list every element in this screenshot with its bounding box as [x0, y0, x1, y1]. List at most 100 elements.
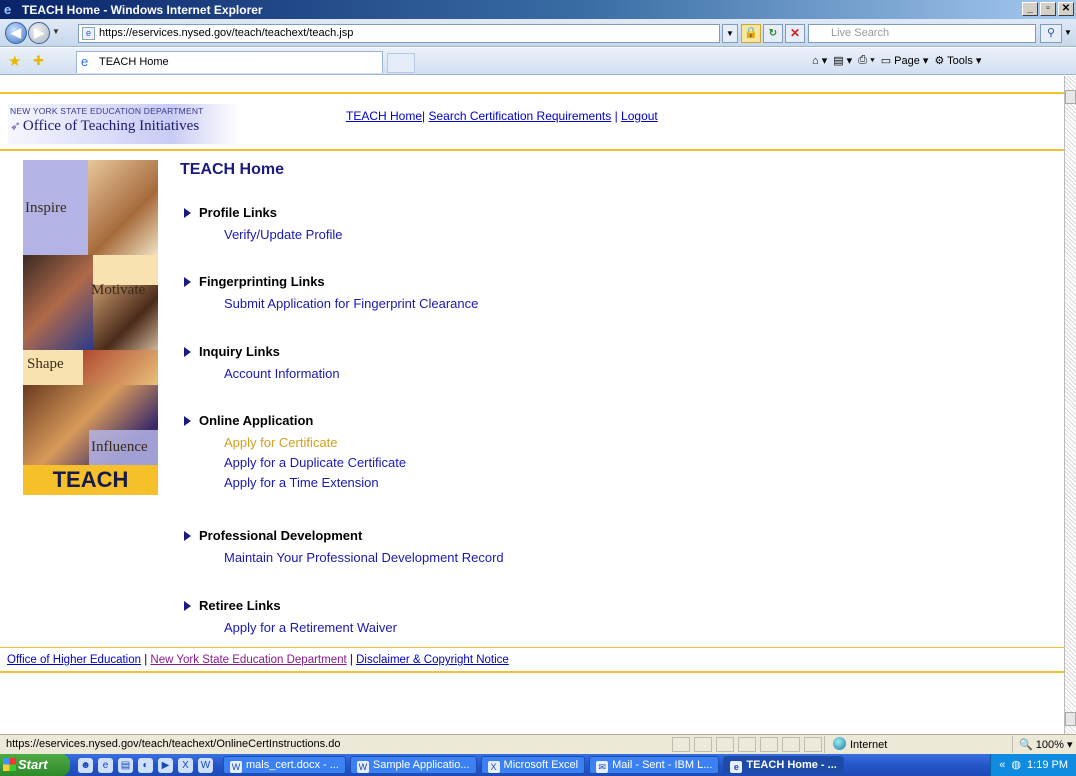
torch-icon: ➶ — [10, 118, 21, 133]
link-apply-certificate[interactable]: Apply for Certificate — [224, 435, 406, 451]
feeds-icon[interactable]: ▤ ▾ — [833, 54, 852, 67]
footer: Office of Higher Education | New York St… — [7, 654, 509, 666]
minimize-icon[interactable]: _ — [1022, 2, 1038, 16]
link-apply-duplicate-certificate[interactable]: Apply for a Duplicate Certificate — [224, 455, 406, 471]
scroll-up-icon[interactable] — [1065, 90, 1076, 104]
add-favorites-icon[interactable]: ✚ — [33, 53, 44, 69]
taskbar-word-doc[interactable]: Wmals_cert.docx - ... — [223, 756, 346, 774]
window-controls: _ ▫ ✕ — [1022, 2, 1074, 16]
link-fingerprint-clearance[interactable]: Submit Application for Fingerprint Clear… — [224, 296, 478, 312]
teach-collage-image: Inspire Motivate Shape Influence TEACH — [23, 160, 158, 495]
search-input[interactable]: Live Search — [808, 24, 1036, 43]
new-tab-button[interactable] — [387, 53, 415, 73]
tools-menu[interactable]: ⚙ Tools ▾ — [934, 54, 981, 67]
link-retirement-waiver[interactable]: Apply for a Retirement Waiver — [224, 620, 397, 636]
print-icon[interactable]: ⎙ ▾ — [858, 54, 874, 67]
back-button[interactable]: ◀ — [5, 22, 27, 44]
forward-button[interactable]: ▶ — [28, 22, 50, 44]
tab-label: TEACH Home — [99, 56, 169, 68]
section-profile-links: Profile Links Verify/Update Profile — [184, 205, 343, 243]
window-title-bar[interactable]: e TEACH Home - Windows Internet Explorer… — [0, 0, 1076, 19]
excel-icon[interactable]: X — [178, 757, 193, 773]
link-apply-time-extension[interactable]: Apply for a Time Extension — [224, 475, 406, 491]
mail-icon: ✉ — [596, 761, 609, 773]
command-bar: ⌂ ▾ ▤ ▾ ⎙ ▾ ▭ Page ▾ ⚙ Tools ▾ — [812, 54, 981, 67]
lock-icon[interactable]: 🔒 — [741, 24, 761, 43]
recent-pages-dropdown-icon[interactable]: ▼ — [52, 27, 60, 36]
triangle-bullet-icon — [184, 530, 191, 541]
triangle-bullet-icon — [184, 415, 191, 426]
tab-toolbar: ★ ✚ e TEACH Home ⌂ ▾ ▤ ▾ ⎙ ▾ ▭ Page ▾ ⚙ … — [0, 48, 1076, 75]
vertical-scrollbar[interactable] — [1064, 76, 1076, 734]
triangle-bullet-icon — [184, 207, 191, 218]
triangle-bullet-icon — [184, 276, 191, 287]
collage-teach: TEACH — [52, 467, 129, 492]
footer-higher-education[interactable]: Office of Higher Education — [7, 654, 141, 666]
footer-divider-bottom — [0, 671, 1064, 673]
media-icon[interactable]: ◐ — [138, 757, 153, 773]
dept-name: NEW YORK STATE EDUCATION DEPARTMENT — [10, 106, 204, 116]
home-icon[interactable]: ⌂ ▾ — [812, 54, 827, 67]
taskbar-excel[interactable]: X Microsoft Excel — [480, 756, 586, 774]
footer-nysed[interactable]: New York State Education Department — [150, 654, 346, 666]
address-dropdown-icon[interactable]: ▼ — [722, 24, 738, 43]
section-professional-development: Professional Development Maintain Your P… — [184, 528, 504, 566]
player-icon[interactable]: ▶ — [158, 757, 173, 773]
outlook-icon[interactable]: ▤ — [118, 757, 133, 773]
nav-teach-home[interactable]: TEACH Home — [346, 109, 422, 123]
search-icon[interactable]: ⚲ — [1040, 24, 1062, 43]
status-url: https://eservices.nysed.gov/teach/teache… — [6, 738, 341, 750]
internet-globe-icon — [833, 737, 846, 750]
nav-logout[interactable]: Logout — [621, 109, 658, 123]
close-icon[interactable]: ✕ — [1058, 2, 1074, 16]
address-toolbar: ◀ ▶ ▼ e https://eservices.nysed.gov/teac… — [0, 19, 1076, 47]
word-icon[interactable]: W — [198, 757, 213, 773]
header-divider-bottom — [0, 149, 1064, 151]
taskbar-teach-home[interactable]: e TEACH Home - ... — [723, 756, 844, 774]
address-bar[interactable]: e https://eservices.nysed.gov/teach/teac… — [78, 24, 720, 43]
firefox-icon[interactable]: ☻ — [78, 757, 93, 773]
nav-search-certification[interactable]: Search Certification Requirements — [428, 109, 611, 123]
collage-influence: Influence — [91, 439, 148, 455]
security-zone[interactable]: Internet — [824, 736, 1004, 753]
footer-disclaimer[interactable]: Disclaimer & Copyright Notice — [356, 654, 509, 666]
favorites-star-icon[interactable]: ★ — [8, 52, 21, 70]
taskbar: Start ☻ e ▤ ◐ ▶ X W Wmals_cert.docx - ..… — [0, 754, 1076, 776]
taskbar-mail[interactable]: ✉ Mail - Sent - IBM L... — [589, 756, 720, 774]
section-online-application: Online Application Apply for Certificate… — [184, 413, 406, 491]
scroll-down-icon[interactable] — [1065, 712, 1076, 726]
zoom-control[interactable]: 🔍 100% ▾ — [1012, 736, 1076, 753]
search-options-icon[interactable]: ▼ — [1064, 24, 1076, 43]
page-menu[interactable]: ▭ Page ▾ — [881, 54, 929, 67]
excel-doc-icon: X — [487, 761, 500, 773]
section-fingerprinting-links: Fingerprinting Links Submit Application … — [184, 274, 478, 312]
taskbar-sample-application[interactable]: W Sample Applicatio... — [349, 756, 477, 774]
tab-ie-icon: e — [81, 54, 89, 69]
window-title: TEACH Home - Windows Internet Explorer — [22, 2, 263, 17]
link-verify-update-profile[interactable]: Verify/Update Profile — [224, 227, 343, 243]
ie-icon[interactable]: e — [98, 757, 113, 773]
link-professional-development-record[interactable]: Maintain Your Professional Development R… — [224, 550, 504, 566]
triangle-bullet-icon — [184, 600, 191, 611]
tray-network-icon[interactable]: ◍ — [1011, 754, 1021, 776]
section-inquiry-links: Inquiry Links Account Information — [184, 344, 340, 382]
tab-teach-home[interactable]: e TEACH Home — [76, 51, 383, 73]
office-name: ➶ Office of Teaching Initiatives — [10, 118, 200, 134]
word-doc-icon: W — [230, 761, 242, 773]
collage-inspire: Inspire — [25, 200, 67, 216]
word-doc-icon: W — [356, 761, 369, 773]
start-button[interactable]: Start — [0, 754, 70, 776]
tray-expand-icon[interactable]: « — [999, 754, 1005, 776]
collage-motivate: Motivate — [91, 282, 146, 298]
section-retiree-links: Retiree Links Apply for a Retirement Wai… — [184, 598, 397, 636]
header-divider — [0, 92, 1064, 94]
address-url: https://eservices.nysed.gov/teach/teache… — [99, 27, 354, 39]
page-icon: e — [82, 27, 95, 40]
link-account-information[interactable]: Account Information — [224, 366, 340, 382]
maximize-icon[interactable]: ▫ — [1040, 2, 1056, 16]
system-tray: « ◍ 1:19 PM — [990, 754, 1076, 776]
refresh-icon[interactable]: ↻ — [763, 24, 783, 43]
stop-icon[interactable]: ✕ — [785, 24, 805, 43]
collage-shape: Shape — [27, 356, 64, 372]
footer-divider — [0, 647, 1064, 648]
